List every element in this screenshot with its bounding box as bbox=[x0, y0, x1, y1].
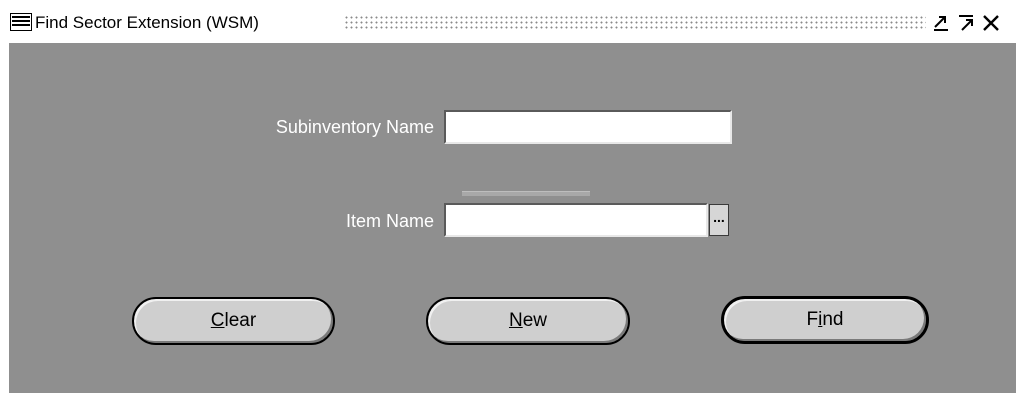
minimize-icon[interactable] bbox=[930, 12, 952, 34]
subinventory-name-field[interactable] bbox=[444, 110, 732, 144]
window-title: Find Sector Extension (WSM) bbox=[35, 13, 259, 32]
maximize-icon[interactable] bbox=[955, 12, 977, 34]
close-icon[interactable] bbox=[980, 12, 1002, 34]
oracle-applications-icon bbox=[10, 13, 32, 31]
title-bar[interactable]: Find Sector Extension (WSM) bbox=[9, 10, 1016, 36]
title-bar-pattern bbox=[344, 15, 926, 29]
item-name-field[interactable] bbox=[444, 203, 708, 237]
item-list-of-values-button[interactable]: ... bbox=[709, 204, 729, 236]
find-form-canvas: Subinventory Name Item Name ... Clear Ne… bbox=[9, 43, 1016, 393]
field-tab-outline bbox=[462, 191, 590, 196]
new-button[interactable]: New bbox=[426, 297, 630, 345]
find-sector-extension-window: Find Sector Extension (WSM) Subinventory… bbox=[9, 10, 1016, 393]
find-button[interactable]: Find bbox=[721, 296, 929, 344]
item-name-label: Item Name bbox=[345, 211, 434, 231]
subinventory-name-label: Subinventory Name bbox=[275, 117, 434, 137]
clear-button[interactable]: Clear bbox=[132, 297, 335, 345]
